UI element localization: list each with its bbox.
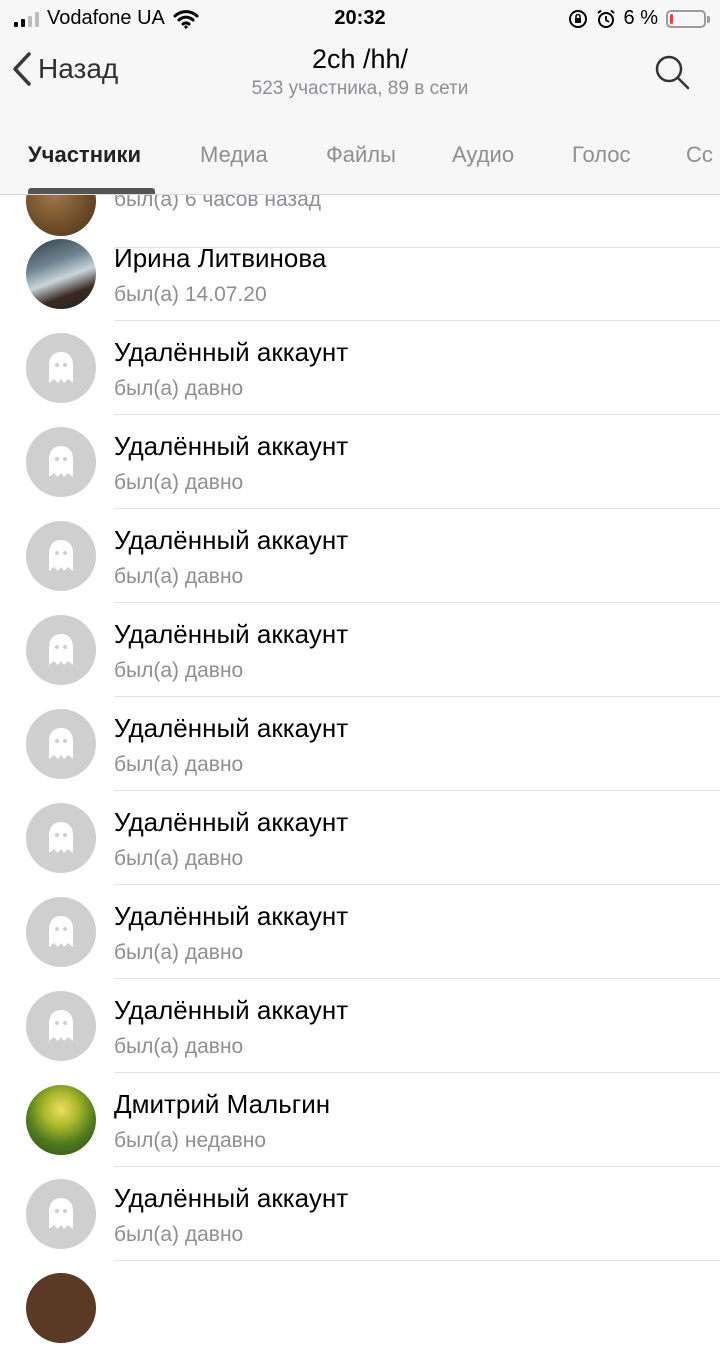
orientation-lock-icon	[568, 9, 587, 28]
member-name: Ирина Литвинова	[114, 243, 327, 273]
avatar	[26, 1273, 96, 1343]
ghost-avatar-icon	[26, 709, 96, 779]
ghost-avatar-icon	[26, 615, 96, 685]
search-icon	[655, 55, 690, 90]
list-item[interactable]: Дмитрий Мальгин был(а) недавно	[0, 1073, 720, 1167]
member-name: Удалённый аккаунт	[114, 525, 349, 555]
ghost-avatar-icon	[26, 521, 96, 591]
list-item[interactable]	[0, 1261, 720, 1355]
member-name: Удалённый аккаунт	[114, 337, 349, 367]
list-item[interactable]: Удалённый аккаунт был(а) давно	[0, 321, 720, 415]
member-status: был(а) давно	[114, 941, 244, 964]
ghost-avatar-icon	[26, 897, 96, 967]
battery-icon	[666, 9, 710, 28]
list-item[interactable]: Удалённый аккаунт был(а) давно	[0, 509, 720, 603]
member-status: был(а) давно	[114, 471, 244, 494]
member-status: был(а) давно	[114, 1035, 244, 1058]
tab-bar: Участники Медиа Файлы Аудио Голос Сс	[0, 118, 720, 195]
list-item[interactable]: Удалённый аккаунт был(а) давно	[0, 791, 720, 885]
tab-audio[interactable]: Аудио	[452, 142, 514, 168]
tab-files[interactable]: Файлы	[326, 142, 396, 168]
list-item[interactable]: Удалённый аккаунт был(а) давно	[0, 603, 720, 697]
battery-percent: 6 %	[623, 7, 658, 29]
member-name: Удалённый аккаунт	[114, 1183, 349, 1213]
active-tab-indicator	[28, 188, 155, 194]
ghost-avatar-icon	[26, 333, 96, 403]
member-status: был(а) давно	[114, 565, 244, 588]
search-button[interactable]	[654, 54, 690, 95]
member-status: был(а) давно	[114, 659, 244, 682]
tab-members[interactable]: Участники	[28, 142, 141, 168]
tab-media[interactable]: Медиа	[200, 142, 268, 168]
tab-voice[interactable]: Голос	[572, 142, 631, 168]
alarm-icon	[596, 9, 615, 28]
member-status: был(а) давно	[114, 847, 244, 870]
ghost-avatar-icon	[26, 803, 96, 873]
avatar	[26, 239, 96, 309]
avatar	[26, 1085, 96, 1155]
chat-subtitle: 523 участника, 89 в сети	[251, 78, 469, 99]
status-bar: Vodafone UA 20:32 6 %	[0, 0, 720, 38]
member-status: был(а) 14.07.20	[114, 283, 267, 306]
ghost-avatar-icon	[26, 427, 96, 497]
list-item[interactable]: Удалённый аккаунт был(а) давно	[0, 697, 720, 791]
navigation-bar: Назад 2ch /hh/ 523 участника, 89 в сети	[0, 38, 720, 118]
list-item[interactable]: Удалённый аккаунт был(а) давно	[0, 885, 720, 979]
member-name: Удалённый аккаунт	[114, 901, 349, 931]
ghost-avatar-icon	[26, 991, 96, 1061]
member-name: Удалённый аккаунт	[114, 995, 349, 1025]
member-name: Удалённый аккаунт	[114, 807, 349, 837]
list-item[interactable]: Удалённый аккаунт был(а) давно	[0, 979, 720, 1073]
chat-title: 2ch /hh/	[311, 44, 409, 74]
member-status: был(а) давно	[114, 1223, 244, 1246]
member-name: Удалённый аккаунт	[114, 713, 349, 743]
member-status: был(а) недавно	[114, 1129, 267, 1152]
member-name: Дмитрий Мальгин	[114, 1089, 331, 1119]
member-status: был(а) давно	[114, 377, 244, 400]
member-name: Удалённый аккаунт	[114, 431, 349, 461]
list-item[interactable]: Удалённый аккаунт был(а) давно	[0, 415, 720, 509]
member-name: Удалённый аккаунт	[114, 619, 349, 649]
member-status: был(а) давно	[114, 753, 244, 776]
list-item[interactable]: Удалённый аккаунт был(а) давно	[0, 1167, 720, 1261]
ghost-avatar-icon	[26, 1179, 96, 1249]
tab-links[interactable]: Сс	[686, 142, 713, 168]
list-item[interactable]: Ирина Литвинова был(а) 14.07.20	[0, 227, 720, 321]
